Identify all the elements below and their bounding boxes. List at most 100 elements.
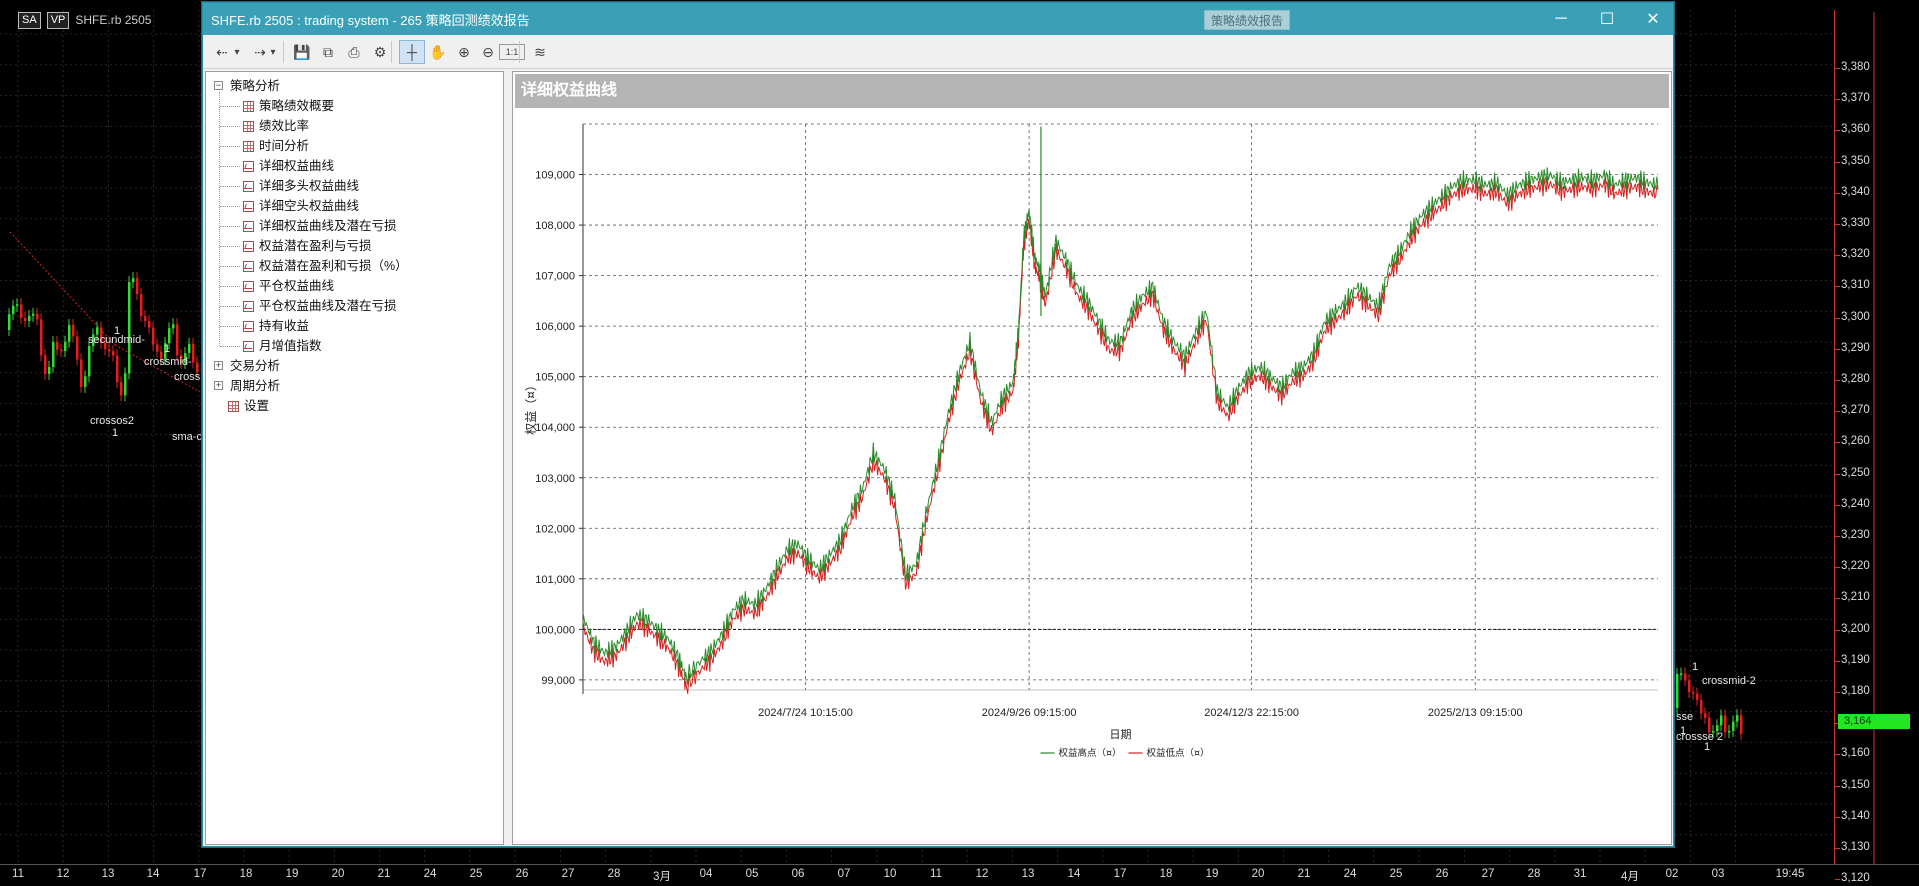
toolbar: ⇠ ▾ ⇢ ▾ 💾 ⧉ ⎙ ⚙ ┼ ✋ ⊕ ⊖ 1:1 ≋ (203, 35, 1673, 69)
tree-item[interactable]: 设置 (206, 396, 503, 416)
sa-tag[interactable]: SA (18, 11, 41, 29)
date-label: 19:45 (1775, 868, 1805, 880)
price-tick (1835, 348, 1840, 350)
price-label: 3,300 (1841, 310, 1870, 323)
bg-signal-label: secundmid- (88, 334, 145, 346)
bg-candle-body (52, 342, 55, 368)
tree-item[interactable]: 持有收益 (206, 316, 503, 336)
zoom-out-icon[interactable]: ⊖ (475, 40, 501, 64)
close-button[interactable]: ✕ (1630, 3, 1676, 35)
price-tick (1835, 567, 1840, 569)
expand-icon[interactable]: + (214, 361, 223, 370)
y-tick-label: 102,000 (535, 523, 575, 535)
tree-item[interactable]: 详细权益曲线 (206, 156, 503, 176)
vp-tag[interactable]: VP (46, 11, 70, 29)
price-label: 3,210 (1841, 591, 1870, 604)
date-label: 21 (1297, 868, 1311, 880)
zoom-in-icon[interactable]: ⊕ (451, 40, 477, 64)
tree-item-label: 绩效比率 (259, 119, 310, 133)
bg-candle-body (40, 319, 43, 356)
tree-item[interactable]: 详细权益曲线及潜在亏损 (206, 216, 503, 236)
price-label: 3,290 (1841, 341, 1870, 354)
price-tick (1835, 598, 1840, 600)
date-label: 4月 (1621, 871, 1639, 883)
price-tick (1835, 692, 1840, 693)
navigation-tree: − 策略分析 策略绩效概要 绩效比率 时间分析 详细权益曲线 详细多头权益曲线 详细空头权益曲… (205, 71, 504, 845)
tree-item-label: 策略分析 (230, 79, 281, 93)
expand-icon[interactable]: + (214, 381, 223, 390)
tree-item[interactable]: 时间分析 (206, 136, 503, 156)
save-icon[interactable]: 💾 (289, 40, 315, 64)
equity-curve-chart[interactable]: 99,000 100,000 101,000 102,000 103,000 104,00… (513, 110, 1671, 844)
tree-item[interactable]: 详细空头权益曲线 (206, 196, 503, 216)
date-label: 27 (561, 868, 575, 880)
price-tick (1835, 473, 1840, 475)
title-bar[interactable]: SHFE.rb 2505 : trading system - 265 策略回测… (203, 3, 1673, 35)
tree-item[interactable]: 权益潜在盈利和亏损（%） (206, 256, 503, 276)
tree-item[interactable]: 平仓权益曲线 (206, 276, 503, 296)
tree-item[interactable]: − 策略分析 (206, 76, 503, 96)
collapse-icon[interactable]: − (214, 81, 223, 90)
bg-candle-body (108, 349, 111, 352)
price-label: 3,190 (1841, 653, 1870, 666)
tree-item-label: 持有收益 (259, 319, 310, 333)
tree-item-label: 权益潜在盈利与亏损 (259, 239, 372, 253)
price-tick (1835, 411, 1840, 413)
bg-candle-body (1684, 673, 1687, 681)
date-label: 18 (1159, 868, 1173, 880)
tree-connector (220, 286, 240, 287)
tree-item[interactable]: + 交易分析 (206, 356, 503, 376)
tree-item[interactable]: 平仓权益曲线及潜在亏损 (206, 296, 503, 316)
settings-icon[interactable]: ⚙ (367, 40, 393, 64)
bg-candle-body (1704, 713, 1707, 718)
price-tick (1835, 317, 1840, 319)
bg-candle-body (1676, 673, 1679, 708)
tree-item[interactable]: 绩效比率 (206, 116, 503, 136)
bg-signal-label: sse (1676, 711, 1693, 723)
background-chart-toolbar: SA VP SHFE.rb 2505 (0, 0, 205, 40)
maximize-button[interactable]: ☐ (1584, 3, 1630, 35)
tree-item-label: 详细空头权益曲线 (259, 199, 360, 213)
bg-signal-label: crossmid- (144, 356, 192, 368)
tree-item-label: 权益潜在盈利和亏损（%） (259, 259, 408, 273)
bg-candle-body (148, 320, 151, 328)
hand-icon[interactable]: ✋ (425, 40, 451, 64)
back-dropdown-icon[interactable]: ▾ (230, 40, 244, 64)
bg-candle-body (76, 336, 79, 360)
bg-signal-label: 1 (112, 427, 118, 439)
export-icon[interactable]: ⧉ (315, 40, 341, 64)
tree-item[interactable]: 权益潜在盈利与亏损 (206, 236, 503, 256)
print-icon[interactable]: ⎙ (341, 40, 367, 64)
tree-item-label: 交易分析 (230, 359, 281, 373)
price-label: 3,350 (1841, 154, 1870, 167)
date-label: 24 (1343, 868, 1357, 880)
price-tick (1835, 629, 1840, 631)
x-tick-label: 2024/12/3 22:15:00 (1204, 707, 1299, 719)
tree-item[interactable]: 月增值指数 (206, 336, 503, 356)
legend-label: 权益高点（¤） (1059, 747, 1122, 759)
table-report-icon (243, 121, 254, 132)
chart-style-icon[interactable]: ≋ (527, 40, 553, 64)
minimize-button[interactable]: ─ (1538, 3, 1584, 35)
bg-signal-label: 1 (1692, 661, 1698, 673)
fit-icon[interactable]: 1:1 (499, 44, 525, 60)
tree-item-label: 设置 (244, 399, 270, 413)
price-label: 3,280 (1841, 373, 1870, 385)
tree-item[interactable]: 详细多头权益曲线 (206, 176, 503, 196)
crosshair-icon[interactable]: ┼ (399, 40, 425, 64)
date-axis: 11 12 13 14 17 18 19 20 21 24 25 26 27 28 3月 04 05 06 07 10… (0, 864, 1919, 886)
forward-dropdown-icon[interactable]: ▾ (266, 40, 280, 64)
table-report-icon (243, 101, 254, 112)
price-tick (1835, 848, 1840, 849)
bg-candle-body (72, 324, 75, 337)
tree-item[interactable]: + 周期分析 (206, 376, 503, 396)
tree-item[interactable]: 策略绩效概要 (206, 96, 503, 116)
date-label: 21 (377, 868, 391, 880)
date-label: 07 (837, 868, 851, 880)
bg-candle-body (1724, 715, 1727, 733)
y-tick-label: 105,000 (535, 372, 575, 384)
price-label: 3,270 (1841, 404, 1870, 417)
legend-label: 权益低点（¤） (1147, 747, 1210, 759)
date-label: 13 (1021, 868, 1035, 880)
curve-report-icon (243, 301, 254, 312)
